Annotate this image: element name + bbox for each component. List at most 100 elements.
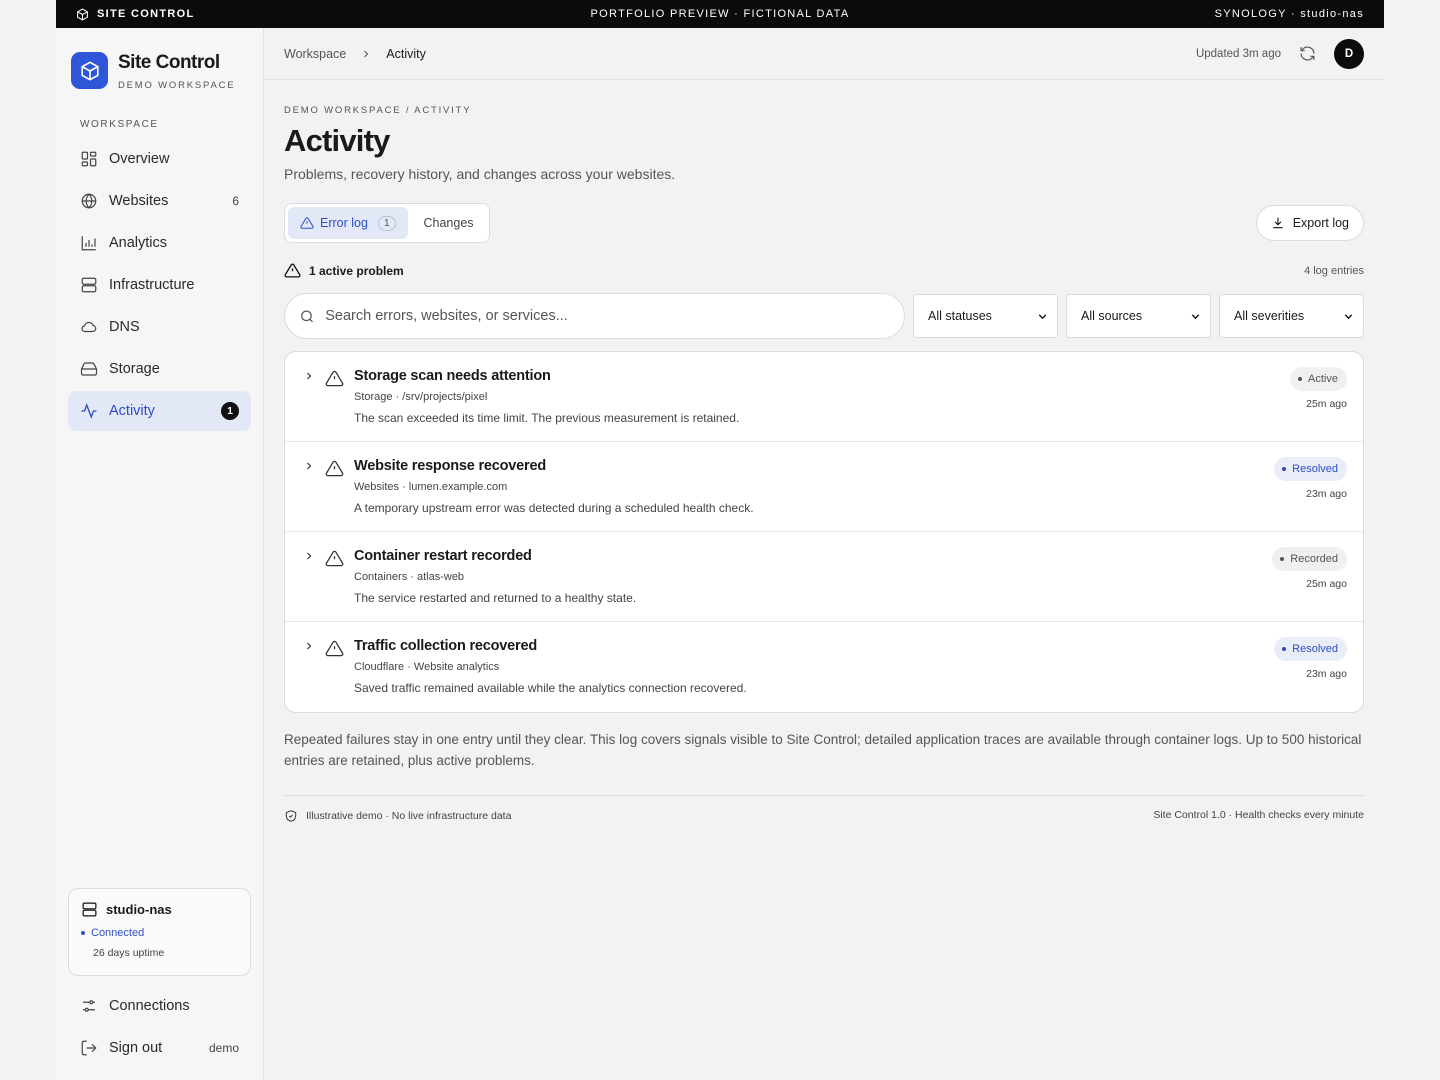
sidebar-item-overview[interactable]: Overview — [68, 139, 251, 179]
log-entry-title: Traffic collection recovered — [354, 638, 537, 654]
server-icon — [81, 277, 97, 293]
host-status: Connected — [81, 927, 238, 939]
log-entry-source: Containers · atlas-web — [354, 571, 465, 583]
cube-icon — [77, 7, 88, 21]
sidebar-item-websites[interactable]: Websites 6 — [68, 181, 251, 221]
export-log-button[interactable]: Export log — [1255, 205, 1364, 241]
log-entry-description: Saved traffic remained available while t… — [354, 681, 747, 695]
log-entry[interactable]: Container restart recorded Containers · … — [285, 532, 1363, 622]
chevron-right-icon[interactable] — [303, 640, 315, 652]
log-entry-time: 25m ago — [1306, 398, 1347, 410]
status-filter[interactable]: All statuses — [913, 294, 1058, 338]
log-entry-description: The scan exceeded its time limit. The pr… — [354, 411, 740, 425]
page-footer: Illustrative demo · No live infrastructu… — [284, 795, 1364, 823]
sidebar-item-label: Analytics — [109, 235, 168, 251]
host-uptime: 26 days uptime — [93, 947, 165, 959]
log-entry-source: Websites · lumen.example.com — [354, 481, 508, 493]
chevron-right-icon[interactable] — [303, 550, 315, 562]
tab-changes[interactable]: Changes — [412, 207, 486, 239]
status-dot — [1280, 557, 1285, 561]
status-badge: Resolved — [1274, 637, 1347, 661]
source-filter[interactable]: All sources — [1066, 294, 1211, 338]
log-entry-time: 23m ago — [1306, 488, 1347, 500]
log-entry-title: Website response recovered — [354, 458, 546, 474]
warning-icon — [325, 460, 344, 477]
log-list: Storage scan needs attention Storage · /… — [284, 351, 1364, 713]
sidebar: Site Control DEMO WORKSPACE WORKSPACE Ov… — [56, 28, 264, 1080]
nav-section-heading: WORKSPACE — [80, 119, 159, 130]
log-entry-source: Storage · /srv/projects/pixel — [354, 391, 488, 403]
sidebar-item-infrastructure[interactable]: Infrastructure — [68, 265, 251, 305]
search-icon — [301, 309, 313, 322]
log-entry[interactable]: Traffic collection recovered Cloudflare … — [285, 622, 1363, 712]
source-filter-value: All sources — [1081, 309, 1143, 323]
warning-icon — [284, 263, 301, 278]
sidebar-item-label: Overview — [109, 151, 170, 167]
sliders-icon — [83, 1000, 95, 1012]
chevron-down-icon — [1038, 313, 1047, 319]
log-entry-description: A temporary upstream error was detected … — [354, 501, 754, 515]
host-card[interactable]: studio-nas Connected 26 days uptime — [68, 888, 251, 976]
search-box[interactable] — [284, 293, 905, 339]
page-subtitle: Problems, recovery history, and changes … — [284, 166, 676, 182]
status-badge-label: Resolved — [1292, 643, 1338, 655]
websites-count: 6 — [232, 194, 239, 208]
signout-button[interactable]: Sign out demo — [68, 1028, 251, 1068]
refresh-icon[interactable] — [1299, 45, 1316, 62]
log-entry-source: Cloudflare · Website analytics — [354, 661, 500, 673]
log-out-icon — [81, 1040, 97, 1056]
status-filter-value: All statuses — [928, 309, 992, 323]
page-title: Activity — [284, 123, 390, 158]
footer-version: Site Control 1.0 · Health checks every m… — [1153, 809, 1364, 821]
sidebar-item-analytics[interactable]: Analytics — [68, 223, 251, 263]
search-input[interactable] — [325, 308, 890, 324]
main-panel: Workspace Activity Updated 3m ago D DEMO… — [264, 28, 1384, 1080]
cloud-icon — [81, 321, 97, 333]
status-dot — [1282, 467, 1287, 471]
brand-workspace: DEMO WORKSPACE — [118, 80, 236, 91]
shield-check-icon — [285, 810, 297, 822]
cube-icon — [80, 60, 99, 81]
warning-icon — [325, 640, 344, 657]
download-icon — [1273, 217, 1283, 229]
top-banner-host: SYNOLOGY · studio-nas — [1214, 8, 1364, 20]
top-banner-app-name: SITE CONTROL — [97, 8, 195, 20]
footer-disclaimer: Illustrative demo · No live infrastructu… — [306, 810, 512, 822]
tab-error-log[interactable]: Error log 1 — [288, 207, 408, 239]
sidebar-item-activity[interactable]: Activity 1 — [68, 391, 251, 431]
connections-link[interactable]: Connections — [68, 986, 251, 1026]
chevron-down-icon — [1191, 313, 1200, 319]
brand[interactable]: Site Control DEMO WORKSPACE — [71, 52, 235, 91]
tab-label: Error log — [320, 216, 368, 230]
log-entry[interactable]: Website response recovered Websites · lu… — [285, 442, 1363, 532]
updated-timestamp: Updated 3m ago — [1195, 47, 1281, 60]
tab-label: Changes — [423, 216, 474, 230]
sidebar-item-dns[interactable]: DNS — [68, 307, 251, 347]
top-banner: SITE CONTROL PORTFOLIO PREVIEW · FICTION… — [56, 0, 1384, 28]
brand-name: Site Control — [118, 52, 220, 73]
host-status-label: Connected — [91, 927, 145, 939]
activity-icon — [81, 403, 97, 419]
chevron-down-icon — [1344, 313, 1353, 319]
severity-filter[interactable]: All severities — [1219, 294, 1364, 338]
warning-icon — [325, 370, 344, 387]
status-dot — [1282, 647, 1287, 651]
sidebar-item-label: DNS — [109, 319, 140, 335]
chevron-right-icon[interactable] — [303, 370, 315, 382]
breadcrumb-workspace[interactable]: Workspace — [284, 47, 346, 61]
page-eyebrow: DEMO WORKSPACE / ACTIVITY — [284, 105, 472, 116]
avatar[interactable]: D — [1334, 38, 1364, 69]
sidebar-item-storage[interactable]: Storage — [68, 349, 251, 389]
log-entry-time: 23m ago — [1306, 668, 1347, 680]
sidebar-item-label: Storage — [109, 361, 160, 377]
connections-label: Connections — [109, 998, 190, 1014]
server-icon — [82, 902, 97, 917]
grid-icon — [81, 151, 97, 167]
sidebar-item-label: Infrastructure — [109, 277, 195, 293]
chevron-right-icon[interactable] — [303, 460, 315, 472]
sidebar-item-label: Activity — [109, 403, 155, 419]
top-banner-brand: SITE CONTROL — [76, 7, 195, 21]
host-name: studio-nas — [106, 902, 172, 917]
signout-label: Sign out — [109, 1040, 163, 1056]
log-entry[interactable]: Storage scan needs attention Storage · /… — [285, 352, 1363, 442]
